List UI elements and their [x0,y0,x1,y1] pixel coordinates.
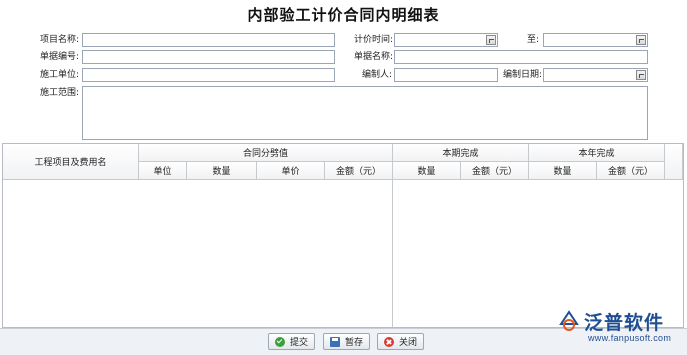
save-label: 暂存 [345,338,364,348]
column-divider [392,180,393,327]
compile-date-field[interactable] [543,68,648,82]
compile-date-label: 编制日期: [503,70,543,80]
save-draft-button[interactable]: 暂存 [323,333,371,350]
close-button[interactable]: 关闭 [377,333,425,350]
to-label: 至: [527,35,540,45]
pricing-time-label: 计价时间: [354,35,394,45]
close-label: 关闭 [399,338,418,348]
col-header-unit[interactable]: 单位 [139,162,187,180]
compiler-label: 编制人: [362,70,393,80]
col-header-period-amount[interactable]: 金额（元） [461,162,529,180]
calendar-icon[interactable] [636,35,646,45]
project-name-input[interactable] [82,33,335,47]
compiler-input[interactable] [394,68,498,82]
col-header-item[interactable]: 工程项目及费用名 [3,144,139,180]
scope-textarea[interactable] [82,86,648,140]
pricing-time-from-field[interactable] [394,33,498,47]
doc-name-input[interactable] [394,50,648,64]
submit-button[interactable]: 提交 [268,333,316,350]
logo-url-text: www.fanpusoft.com [588,333,672,343]
col-group-period: 本期完成 [393,144,529,162]
doc-no-input[interactable] [82,50,335,64]
calendar-icon[interactable] [636,70,646,80]
col-group-year: 本年完成 [529,144,665,162]
col-header-year-qty[interactable]: 数量 [529,162,597,180]
close-icon [384,336,394,347]
col-header-amount[interactable]: 金额（元） [325,162,393,180]
col-header-period-qty[interactable]: 数量 [393,162,461,180]
calendar-icon[interactable] [486,35,496,45]
construction-unit-input[interactable] [82,68,335,82]
project-name-label: 项目名称: [40,35,80,45]
scope-label: 施工范围: [40,88,80,98]
col-header-qty[interactable]: 数量 [187,162,257,180]
doc-no-label: 单据编号: [40,52,80,62]
col-header-spacer [665,144,683,180]
logo-mark-icon [559,310,579,331]
submit-label: 提交 [290,338,309,348]
logo-brand-text: 泛普软件 [584,312,665,334]
col-header-year-amount[interactable]: 金额（元） [597,162,665,180]
detail-grid: 工程项目及费用名 合同分劈值 本期完成 本年完成 单位 数量 单价 金额（元） … [2,143,684,328]
pricing-time-to-field[interactable] [543,33,648,47]
doc-name-label: 单据名称: [354,52,394,62]
col-header-price[interactable]: 单价 [257,162,325,180]
col-group-contract: 合同分劈值 [139,144,393,162]
check-icon [275,336,285,347]
save-icon [330,336,340,347]
brand-logo: 泛普软件 www.fanpusoft.com [558,308,686,348]
construction-unit-label: 施工单位: [40,70,80,80]
page-title: 内部验工计价合同内明细表 [247,6,440,24]
